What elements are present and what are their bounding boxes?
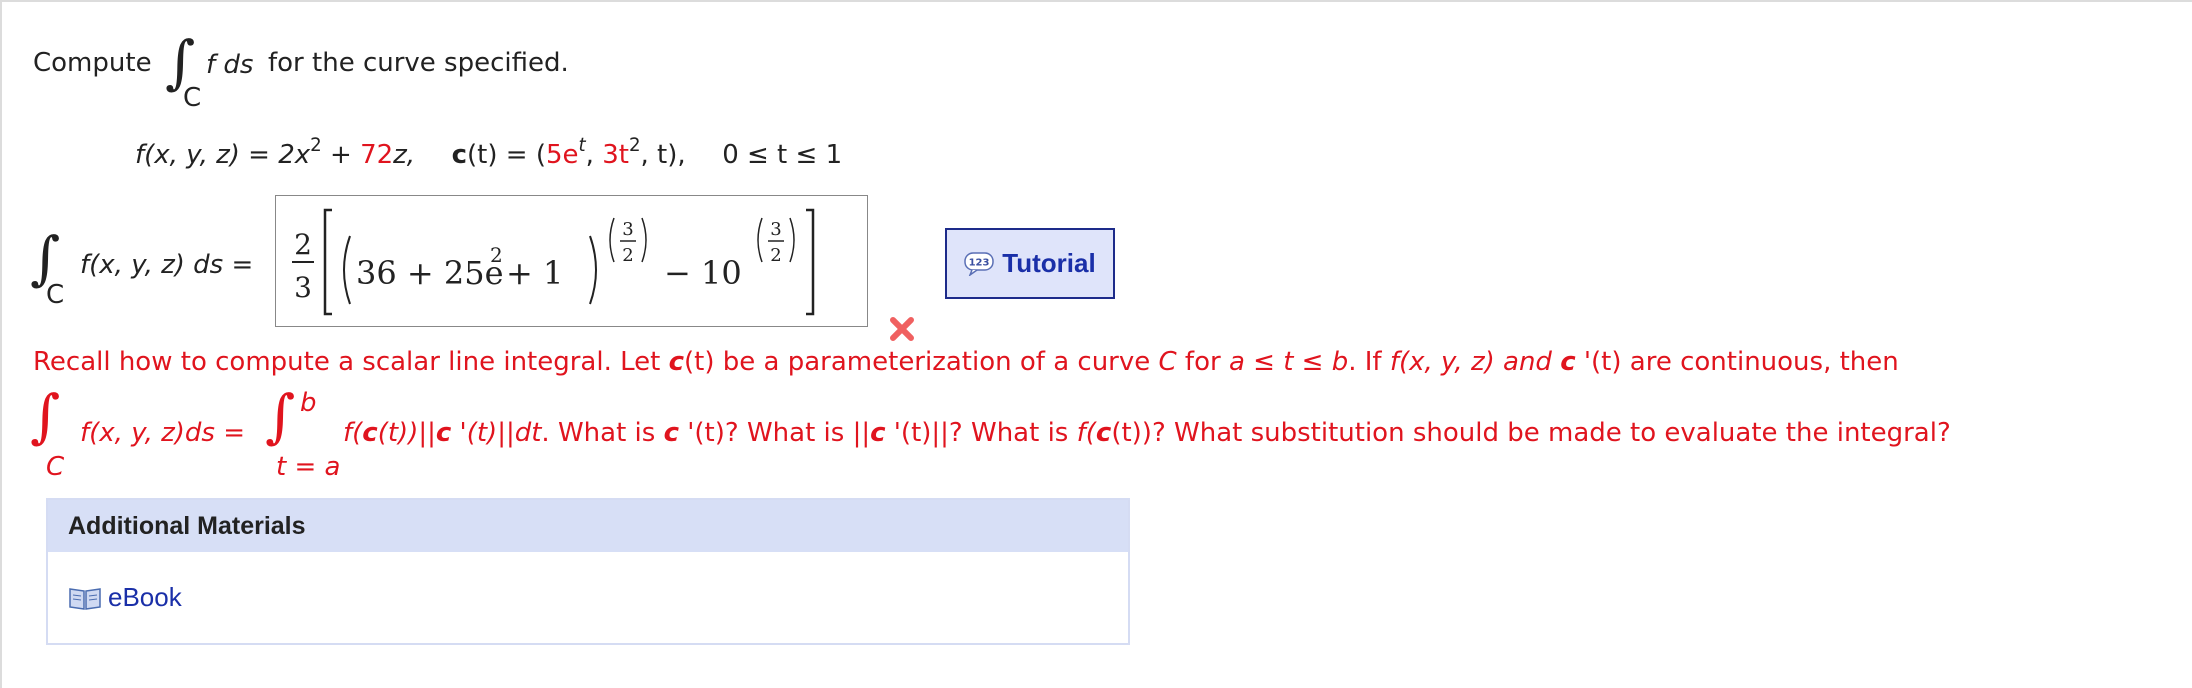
additional-materials-header: Additional Materials	[48, 500, 1128, 552]
number-speech-bubble-icon: 123	[964, 251, 995, 276]
svg-text:2: 2	[622, 245, 633, 266]
frac-numerator: 2	[294, 228, 312, 261]
answer-integral-subscript: C	[46, 280, 65, 310]
additional-materials-title: Additional Materials	[68, 512, 306, 540]
feedback-upper-limit: b	[300, 388, 317, 418]
minus-ten: − 10	[664, 254, 742, 292]
frac-denominator: 3	[294, 271, 312, 304]
feedback-lower-limit: t = a	[276, 452, 341, 482]
integral-subscript: C	[183, 83, 202, 113]
svg-text:123: 123	[969, 257, 990, 268]
question-suffix: for the curve specified.	[268, 48, 569, 78]
ebook-label: eBook	[108, 582, 182, 612]
feedback-integral-sign-2: ∫	[265, 382, 296, 450]
inner-expression: 36 + 25e	[356, 254, 504, 292]
additional-materials-panel: Additional Materials eBook	[46, 498, 1130, 645]
svg-text:2: 2	[770, 245, 781, 266]
feedback-lhs: f(x, y, z)ds =	[80, 418, 246, 448]
parameter-range: 0 ≤ t ≤ 1	[722, 140, 843, 170]
feedback-line-1: Recall how to compute a scalar line inte…	[33, 347, 1899, 377]
tutorial-button[interactable]: 123 Tutorial	[945, 228, 1115, 299]
c-vector: c	[451, 140, 468, 170]
integrand-text: f ds	[206, 50, 254, 80]
c-component-1: 5e	[545, 140, 579, 170]
feedback-integral-sign-1: ∫	[30, 382, 61, 450]
svg-text:2: 2	[490, 243, 503, 267]
incorrect-x-icon	[890, 317, 914, 341]
answer-label: f(x, y, z) ds =	[80, 250, 254, 280]
given-functions: f(x, y, z) = 2x2 + 72z, c(t) = (5et, 3t2…	[135, 134, 843, 170]
ebook-link[interactable]: eBook	[68, 582, 182, 613]
open-book-icon	[69, 587, 101, 610]
feedback-integral-sub: C	[46, 452, 65, 482]
question-prefix: Compute	[33, 48, 152, 78]
svg-text:+ 1: + 1	[506, 254, 563, 292]
svg-text:3: 3	[770, 219, 781, 240]
f-definition: f(x, y, z) = 2x	[135, 140, 311, 170]
answer-input[interactable]: 2 3 36 + 25e 2 + 1 3 2 − 10 3 2	[275, 195, 868, 327]
tutorial-label: Tutorial	[1002, 248, 1096, 278]
f-coefficient: 72	[360, 140, 394, 170]
svg-text:3: 3	[622, 219, 633, 240]
c-component-2: 3t	[602, 140, 629, 170]
feedback-line-2: f(c(t))||c '(t)||dt. What is c '(t)? Wha…	[343, 418, 1951, 448]
answer-math: 2 3 36 + 25e 2 + 1 3 2 − 10 3 2	[292, 208, 815, 316]
